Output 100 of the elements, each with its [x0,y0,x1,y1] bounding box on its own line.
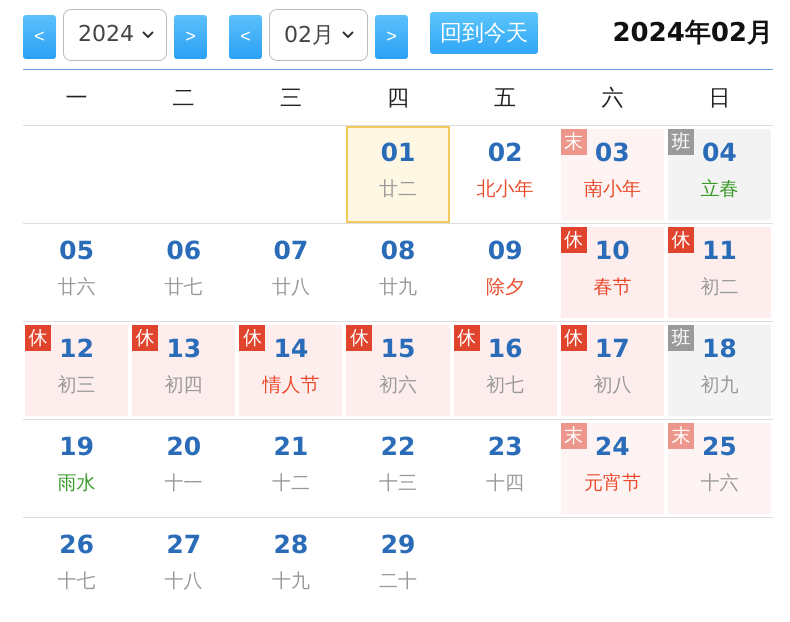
lunar-label: 十七 [58,569,96,593]
chevron-down-icon [342,30,354,38]
day-cell[interactable]: 班 04 立春 [668,129,771,220]
lunar-label: 廿九 [378,275,417,299]
day-number: 08 [380,236,416,266]
weekday-header: 二 [172,84,195,112]
day-cell[interactable]: 末 24 元宵节 [560,423,664,514]
day-number: 11 [702,236,737,266]
lunar-label: 春节 [593,275,632,299]
lunar-label: 元宵节 [584,471,641,495]
day-number: 28 [273,530,308,560]
holiday-badge: 班 [668,129,694,155]
day-number: 20 [166,432,202,462]
lunar-label: 初四 [164,373,203,397]
day-number: 07 [273,236,308,266]
lunar-label: 十六 [700,471,738,495]
day-cell[interactable]: 21 十二 [239,423,342,514]
weekday-header: 三 [280,84,302,112]
weekday-header: 日 [708,84,730,112]
lunar-label: 十九 [272,569,310,593]
day-cell[interactable]: 09 除夕 [454,227,557,318]
lunar-label: 十一 [164,471,203,495]
day-cell[interactable]: 08 廿九 [346,227,450,318]
day-number: 22 [380,432,416,462]
day-cell[interactable]: 休 17 初八 [560,325,664,416]
day-number: 25 [702,432,737,462]
day-cell[interactable]: 休 11 初二 [668,227,771,318]
lunar-label: 北小年 [476,177,534,201]
day-number: 23 [488,432,523,462]
holiday-badge: 休 [668,227,694,253]
day-cell[interactable]: 休 14 情人节 [239,325,342,416]
day-cell[interactable]: 06 廿七 [132,227,236,318]
lunar-label: 廿八 [272,275,310,299]
day-cell[interactable]: 休 13 初四 [132,325,236,416]
day-cell[interactable]: 休 12 初三 [25,325,128,416]
chevron-down-icon [142,30,154,38]
day-number: 18 [702,334,737,364]
day-cell[interactable]: 27 十八 [132,521,236,613]
holiday-badge: 休 [132,325,158,351]
day-cell[interactable]: 20 十一 [132,423,236,514]
day-number: 06 [166,236,202,266]
holiday-badge: 休 [560,227,587,253]
day-cell[interactable]: 休 15 初六 [346,325,450,416]
day-cell[interactable]: 末 25 十六 [668,423,771,514]
lunar-label: 雨水 [58,471,96,495]
day-cell[interactable]: 29 二十 [346,521,450,613]
lunar-label: 初九 [700,373,738,397]
day-number: 01 [380,138,416,168]
lunar-label: 立春 [700,177,738,201]
day-number: 10 [594,236,630,266]
holiday-badge: 班 [668,325,694,351]
day-cell[interactable]: 02 北小年 [454,129,557,220]
lunar-label: 十三 [378,471,417,495]
day-number: 17 [594,334,630,364]
holiday-badge: 休 [346,325,372,351]
day-cell[interactable]: 26 十七 [25,521,128,613]
lunar-label: 初六 [378,373,417,397]
lunar-label: 十二 [272,471,310,495]
day-number: 14 [273,334,308,364]
lunar-label: 除夕 [486,275,524,299]
day-number: 24 [594,432,630,462]
day-cell[interactable]: 01 廿二 [346,126,450,223]
lunar-label: 廿七 [164,275,203,299]
day-cell[interactable]: 19 雨水 [25,423,128,514]
day-cell[interactable]: 05 廿六 [25,227,128,318]
day-number: 12 [59,334,94,364]
lunar-label: 情人节 [262,373,320,397]
day-number: 27 [166,530,202,560]
weekday-header: 六 [601,84,624,112]
day-cell[interactable]: 28 十九 [239,521,342,613]
weekday-header: 一 [66,84,88,112]
day-cell[interactable]: 班 18 初九 [668,325,771,416]
holiday-badge: 末 [668,423,694,449]
year-select[interactable]: 2024 [63,8,167,60]
holiday-badge: 休 [25,325,51,351]
weekday-header: 五 [494,84,516,112]
lunar-label: 初三 [58,373,96,397]
day-cell[interactable]: 23 十四 [454,423,557,514]
month-heading: 2024年02月 [612,17,773,50]
day-number: 26 [59,530,94,560]
day-number: 29 [380,530,416,560]
day-cell[interactable]: 休 16 初七 [454,325,557,416]
day-number: 09 [488,236,523,266]
day-number: 02 [488,138,523,168]
lunar-label: 初七 [486,373,524,397]
lunar-label: 初八 [593,373,632,397]
day-number: 16 [488,334,523,364]
month-select[interactable]: 02月 [269,8,368,60]
day-cell[interactable]: 休 10 春节 [560,227,664,318]
lunar-label: 十四 [486,471,524,495]
day-cell[interactable]: 末 03 南小年 [560,129,664,220]
holiday-badge: 休 [454,325,480,351]
day-cell[interactable]: 07 廿八 [239,227,342,318]
day-number: 15 [380,334,416,364]
lunar-label: 初二 [700,275,738,299]
day-cell[interactable]: 22 十三 [346,423,450,514]
lunar-label: 二十 [378,569,417,593]
holiday-badge: 休 [239,325,266,351]
holiday-badge: 末 [560,423,587,449]
lunar-label: 十八 [164,569,203,593]
